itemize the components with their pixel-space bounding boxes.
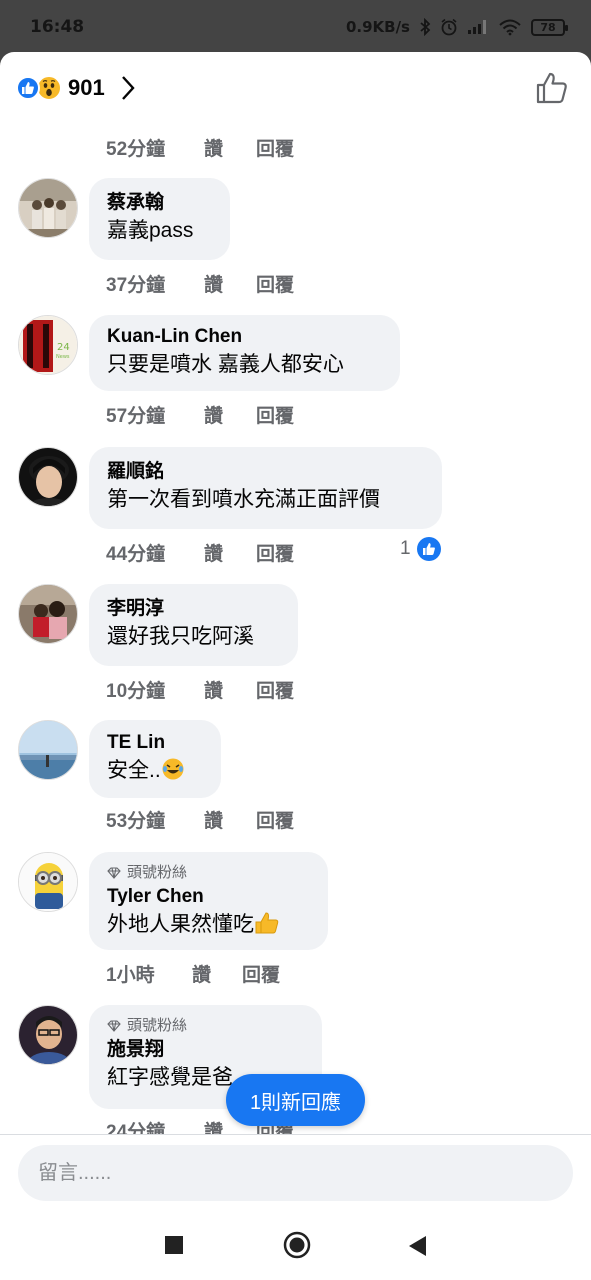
comment-like-count[interactable]: 1 <box>400 537 441 561</box>
like-action[interactable]: 讚 <box>204 401 256 428</box>
status-bar: 16:48 0.9KB/s 78 <box>0 0 591 54</box>
commenter-name[interactable]: 李明淳 <box>107 596 280 622</box>
status-time: 16:48 <box>30 17 85 37</box>
commenter-name[interactable]: 施景翔 <box>107 1037 304 1063</box>
like-action[interactable]: 讚 <box>204 270 256 297</box>
comment-input[interactable] <box>18 1145 573 1201</box>
reply-action[interactable]: 回覆 <box>256 134 294 161</box>
avatar[interactable] <box>18 720 78 780</box>
comment-time: 44分鐘 <box>106 544 166 565</box>
diamond-icon <box>107 1020 121 1032</box>
diamond-icon <box>107 867 121 879</box>
reply-action[interactable]: 回覆 <box>256 676 294 703</box>
reactions-summary[interactable]: 901 <box>16 75 135 101</box>
circle-icon <box>283 1231 311 1259</box>
alarm-icon <box>440 18 458 36</box>
avatar[interactable]: 24 News <box>18 315 78 375</box>
comment-meta: 1小時 讚 回覆 <box>106 960 280 987</box>
comment-text: 安全.. <box>107 756 203 790</box>
comment-meta: 10分鐘 讚 回覆 <box>106 676 294 703</box>
comment-text-value: 安全.. <box>107 759 161 782</box>
avatar[interactable] <box>18 178 78 238</box>
comment-time: 37分鐘 <box>106 275 166 296</box>
comment-meta: 57分鐘 讚 回覆 <box>106 401 294 428</box>
new-replies-button[interactable]: 1則新回應 <box>226 1074 365 1126</box>
back-button[interactable] <box>408 1235 428 1257</box>
comment-text: 外地人果然懂吃 <box>107 910 310 944</box>
comment-time: 57分鐘 <box>106 406 166 427</box>
comment-text: 嘉義pass <box>107 219 194 242</box>
composer-bar <box>0 1134 591 1212</box>
avatar[interactable] <box>18 1005 78 1065</box>
top-fan-badge: 頭號粉絲 <box>107 862 310 884</box>
comment-time: 1小時 <box>106 965 155 986</box>
like-action[interactable]: 讚 <box>204 134 256 161</box>
comment-meta: 44分鐘 讚 回覆 <box>106 539 294 566</box>
commenter-name[interactable]: 羅順銘 <box>107 459 424 485</box>
comment-bubble[interactable]: 李明淳 還好我只吃阿溪 <box>89 584 298 666</box>
network-speed: 0.9KB/s <box>345 18 410 36</box>
laughing-emoji-icon <box>161 757 185 790</box>
like-reaction-icon <box>416 537 441 561</box>
comment-bubble[interactable]: Kuan-Lin Chen 只要是噴水 嘉義人都安心 <box>89 315 400 391</box>
like-action[interactable]: 讚 <box>204 806 256 833</box>
comment-bubble[interactable]: 頭號粉絲 Tyler Chen 外地人果然懂吃 <box>89 852 328 950</box>
reply-action[interactable]: 回覆 <box>256 270 294 297</box>
comment-time: 53分鐘 <box>106 811 166 832</box>
comment-bubble[interactable]: TE Lin 安全.. <box>89 720 221 798</box>
commenter-name[interactable]: Kuan-Lin Chen <box>107 324 382 350</box>
avatar[interactable] <box>18 447 78 507</box>
comment-bubble[interactable]: 蔡承翰 嘉義pass <box>89 178 230 260</box>
commenter-name[interactable]: 蔡承翰 <box>107 190 212 216</box>
comment-meta-top: 52分鐘 讚 回覆 <box>106 134 294 161</box>
svg-text:24: 24 <box>57 342 70 353</box>
commenter-name[interactable]: TE Lin <box>107 730 203 756</box>
thumbs-up-emoji-icon <box>254 911 280 944</box>
comment-meta: 37分鐘 讚 回覆 <box>106 270 294 297</box>
reply-action[interactable]: 回覆 <box>256 806 294 833</box>
top-fan-label: 頭號粉絲 <box>127 864 188 881</box>
comment-text: 只要是噴水 嘉義人都安心 <box>107 353 344 376</box>
reply-action[interactable]: 回覆 <box>256 539 294 566</box>
avatar[interactable] <box>18 584 78 644</box>
battery-icon: 78 <box>531 18 568 36</box>
navigation-bar <box>0 1212 591 1280</box>
comment-time: 52分鐘 <box>106 139 166 160</box>
wifi-icon <box>498 18 522 36</box>
reply-action[interactable]: 回覆 <box>242 960 280 987</box>
signal-icon <box>467 19 489 35</box>
comment-bubble[interactable]: 羅順銘 第一次看到噴水充滿正面評價 <box>89 447 442 529</box>
comment-text: 第一次看到噴水充滿正面評價 <box>107 488 380 511</box>
avatar[interactable] <box>18 852 78 912</box>
comment-text: 還好我只吃阿溪 <box>107 625 254 648</box>
like-action[interactable]: 讚 <box>192 960 242 987</box>
reply-action[interactable]: 回覆 <box>256 401 294 428</box>
back-triangle-icon <box>409 1236 426 1256</box>
like-action[interactable]: 讚 <box>204 539 256 566</box>
comment-time: 10分鐘 <box>106 681 166 702</box>
commenter-name[interactable]: Tyler Chen <box>107 884 310 910</box>
square-icon <box>165 1236 183 1254</box>
reaction-count: 901 <box>68 75 105 100</box>
chevron-right-icon <box>121 75 135 101</box>
sheet-header: 901 <box>0 52 591 124</box>
top-fan-label: 頭號粉絲 <box>127 1017 188 1034</box>
top-fan-badge: 頭號粉絲 <box>107 1015 304 1037</box>
comments-sheet: 901 52分鐘 讚 回覆 蔡承翰 嘉義pass 37分鐘 讚 回覆 24 Ne… <box>0 52 591 1212</box>
like-reaction-icon <box>16 76 40 100</box>
like-count-value: 1 <box>400 538 411 559</box>
home-button[interactable] <box>283 1231 311 1259</box>
like-action[interactable]: 讚 <box>204 676 256 703</box>
status-icons: 0.9KB/s 78 <box>345 18 568 36</box>
thumbs-up-outline-icon <box>536 72 567 104</box>
comment-meta: 53分鐘 讚 回覆 <box>106 806 294 833</box>
recents-button[interactable] <box>165 1236 183 1254</box>
battery-level: 78 <box>540 20 556 34</box>
like-post-button[interactable] <box>535 71 569 105</box>
svg-text:News: News <box>56 354 70 360</box>
bluetooth-icon <box>419 18 431 36</box>
comment-text-value: 外地人果然懂吃 <box>107 913 254 936</box>
